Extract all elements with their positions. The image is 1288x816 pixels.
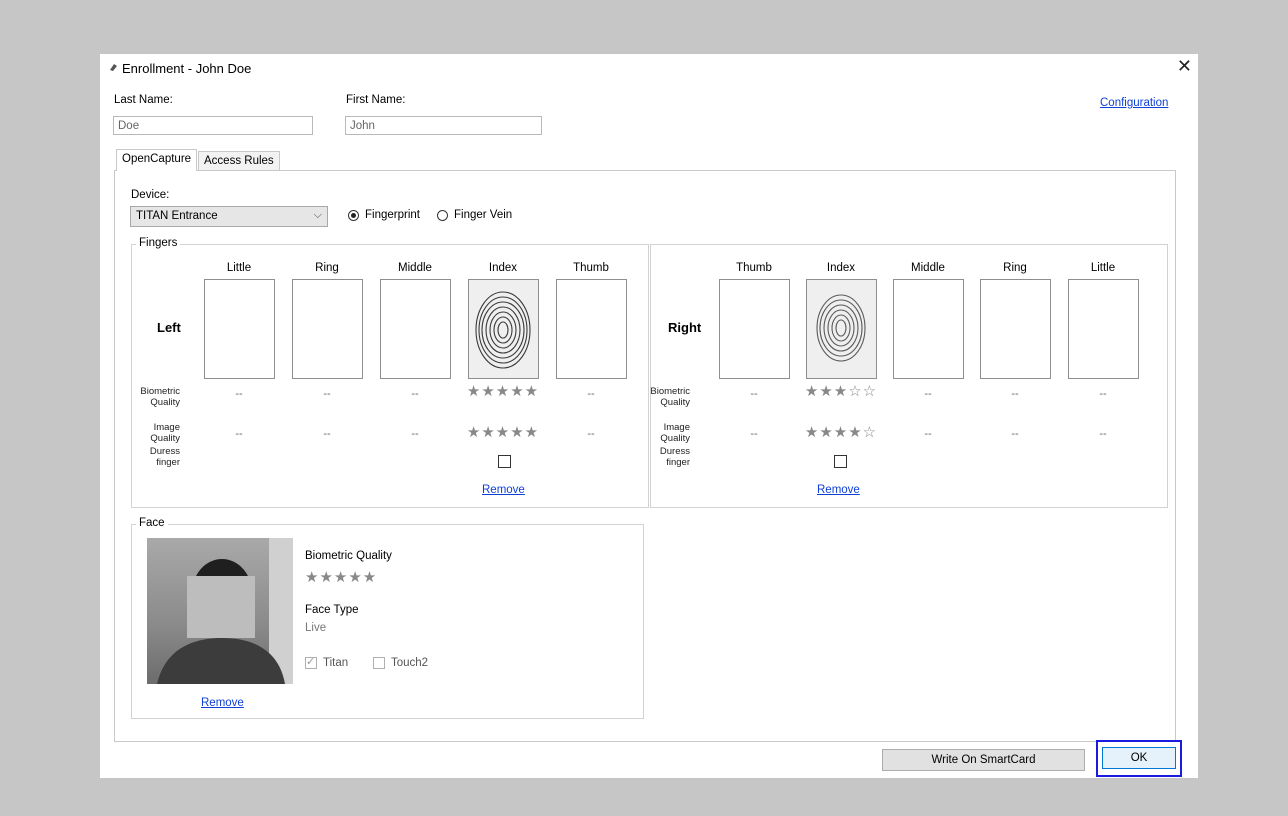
checkbox-checked-icon	[305, 655, 317, 669]
right-index-slot[interactable]	[806, 279, 877, 379]
ok-button[interactable]: OK	[1102, 747, 1176, 769]
chevron-down-icon: ⌵	[313, 209, 322, 221]
right-biometric-quality-label: Biometric Quality	[650, 386, 690, 408]
right-little-biometric: --	[1099, 388, 1107, 400]
left-ring-image: --	[323, 428, 331, 440]
left-index-remove-link[interactable]: Remove	[482, 484, 525, 496]
left-ring-slot[interactable]	[292, 279, 363, 379]
left-index-image-stars: ★★★★★	[466, 424, 540, 441]
fingers-group-label: Fingers	[136, 237, 181, 249]
left-image-quality-label: Image Quality	[150, 422, 180, 444]
right-col-little: Little	[1090, 262, 1116, 274]
right-ring-slot[interactable]	[980, 279, 1051, 379]
right-image-quality-label: Image Quality	[660, 422, 690, 444]
enrollment-window: Enrollment - John Doe ✕ Last Name: Doe F…	[100, 54, 1198, 778]
right-ring-image: --	[1011, 428, 1019, 440]
device-selected-value: TITAN Entrance	[136, 210, 218, 222]
left-middle-biometric: --	[411, 388, 419, 400]
left-duress-label: Duress finger	[149, 446, 180, 468]
left-col-middle: Middle	[398, 262, 432, 274]
window-title: Enrollment - John Doe	[122, 61, 252, 76]
right-col-thumb: Thumb	[736, 262, 772, 274]
right-index-duress-checkbox[interactable]	[834, 455, 847, 468]
left-col-ring: Ring	[315, 262, 339, 274]
left-index-duress-checkbox[interactable]	[498, 455, 511, 468]
tab-access-rules[interactable]: Access Rules	[198, 151, 280, 171]
checkbox-unchecked-icon	[373, 657, 385, 669]
left-middle-image: --	[411, 428, 419, 440]
left-thumb-biometric: --	[587, 388, 595, 400]
face-remove-link[interactable]: Remove	[201, 697, 244, 709]
left-col-little: Little	[226, 262, 252, 274]
right-middle-slot[interactable]	[893, 279, 964, 379]
right-index-biometric-stars: ★★★☆☆	[804, 383, 878, 400]
last-name-field[interactable]: Doe	[113, 116, 313, 135]
left-col-index: Index	[488, 262, 518, 274]
face-group-label: Face	[136, 517, 168, 529]
left-side-label: Left	[157, 320, 181, 335]
app-icon	[110, 64, 117, 71]
left-middle-slot[interactable]	[380, 279, 451, 379]
face-biometric-quality-label: Biometric Quality	[305, 550, 392, 562]
right-col-middle: Middle	[911, 262, 945, 274]
right-middle-image: --	[924, 428, 932, 440]
face-biometric-stars: ★★★★★	[305, 569, 378, 586]
left-little-biometric: --	[235, 388, 243, 400]
first-name-field[interactable]: John	[345, 116, 542, 135]
face-type-label: Face Type	[305, 604, 359, 616]
right-thumb-slot[interactable]	[719, 279, 790, 379]
left-biometric-quality-label: Biometric Quality	[140, 386, 180, 408]
right-col-ring: Ring	[1003, 262, 1027, 274]
right-side-label: Right	[668, 320, 702, 335]
configuration-link[interactable]: Configuration	[1100, 97, 1168, 109]
right-duress-label: Duress finger	[659, 446, 690, 468]
left-index-slot[interactable]	[468, 279, 539, 379]
close-icon[interactable]: ✕	[1177, 56, 1192, 77]
first-name-label: First Name:	[346, 94, 406, 106]
last-name-label: Last Name:	[114, 94, 173, 106]
right-little-image: --	[1099, 428, 1107, 440]
right-index-remove-link[interactable]: Remove	[817, 484, 860, 496]
face-photo	[147, 538, 293, 684]
radio-selected-icon	[348, 209, 359, 221]
titan-checkbox[interactable]: Titan	[305, 655, 349, 669]
right-ring-biometric: --	[1011, 388, 1019, 400]
radio-unselected-icon	[437, 209, 448, 221]
left-index-biometric-stars: ★★★★★	[466, 383, 540, 400]
left-little-slot[interactable]	[204, 279, 275, 379]
right-col-index: Index	[826, 262, 856, 274]
write-smartcard-button[interactable]: Write On SmartCard	[882, 749, 1085, 771]
radio-finger-vein[interactable]: Finger Vein	[437, 209, 512, 221]
left-ring-biometric: --	[323, 388, 331, 400]
right-thumb-biometric: --	[750, 388, 758, 400]
tab-opencapture[interactable]: OpenCapture	[116, 149, 198, 171]
right-middle-biometric: --	[924, 388, 932, 400]
device-select[interactable]: TITAN Entrance ⌵	[130, 206, 328, 227]
right-thumb-image: --	[750, 428, 758, 440]
touch2-checkbox[interactable]: Touch2	[373, 657, 428, 669]
left-thumb-slot[interactable]	[556, 279, 627, 379]
person-silhouette-icon	[157, 538, 293, 684]
fingerprint-icon	[807, 280, 876, 378]
radio-fingerprint[interactable]: Fingerprint	[348, 209, 420, 221]
face-type-value: Live	[305, 622, 327, 634]
radio-fingerprint-label: Fingerprint	[365, 209, 420, 221]
ok-focus-outline: OK	[1096, 740, 1182, 777]
left-thumb-image: --	[587, 428, 595, 440]
titan-label: Titan	[323, 657, 349, 669]
right-index-image-stars: ★★★★☆	[804, 424, 878, 441]
fingerprint-icon	[469, 280, 538, 378]
left-col-thumb: Thumb	[573, 262, 609, 274]
radio-finger-vein-label: Finger Vein	[454, 209, 513, 221]
touch2-label: Touch2	[391, 657, 429, 669]
right-little-slot[interactable]	[1068, 279, 1139, 379]
left-little-image: --	[235, 428, 243, 440]
device-label: Device:	[131, 189, 170, 201]
